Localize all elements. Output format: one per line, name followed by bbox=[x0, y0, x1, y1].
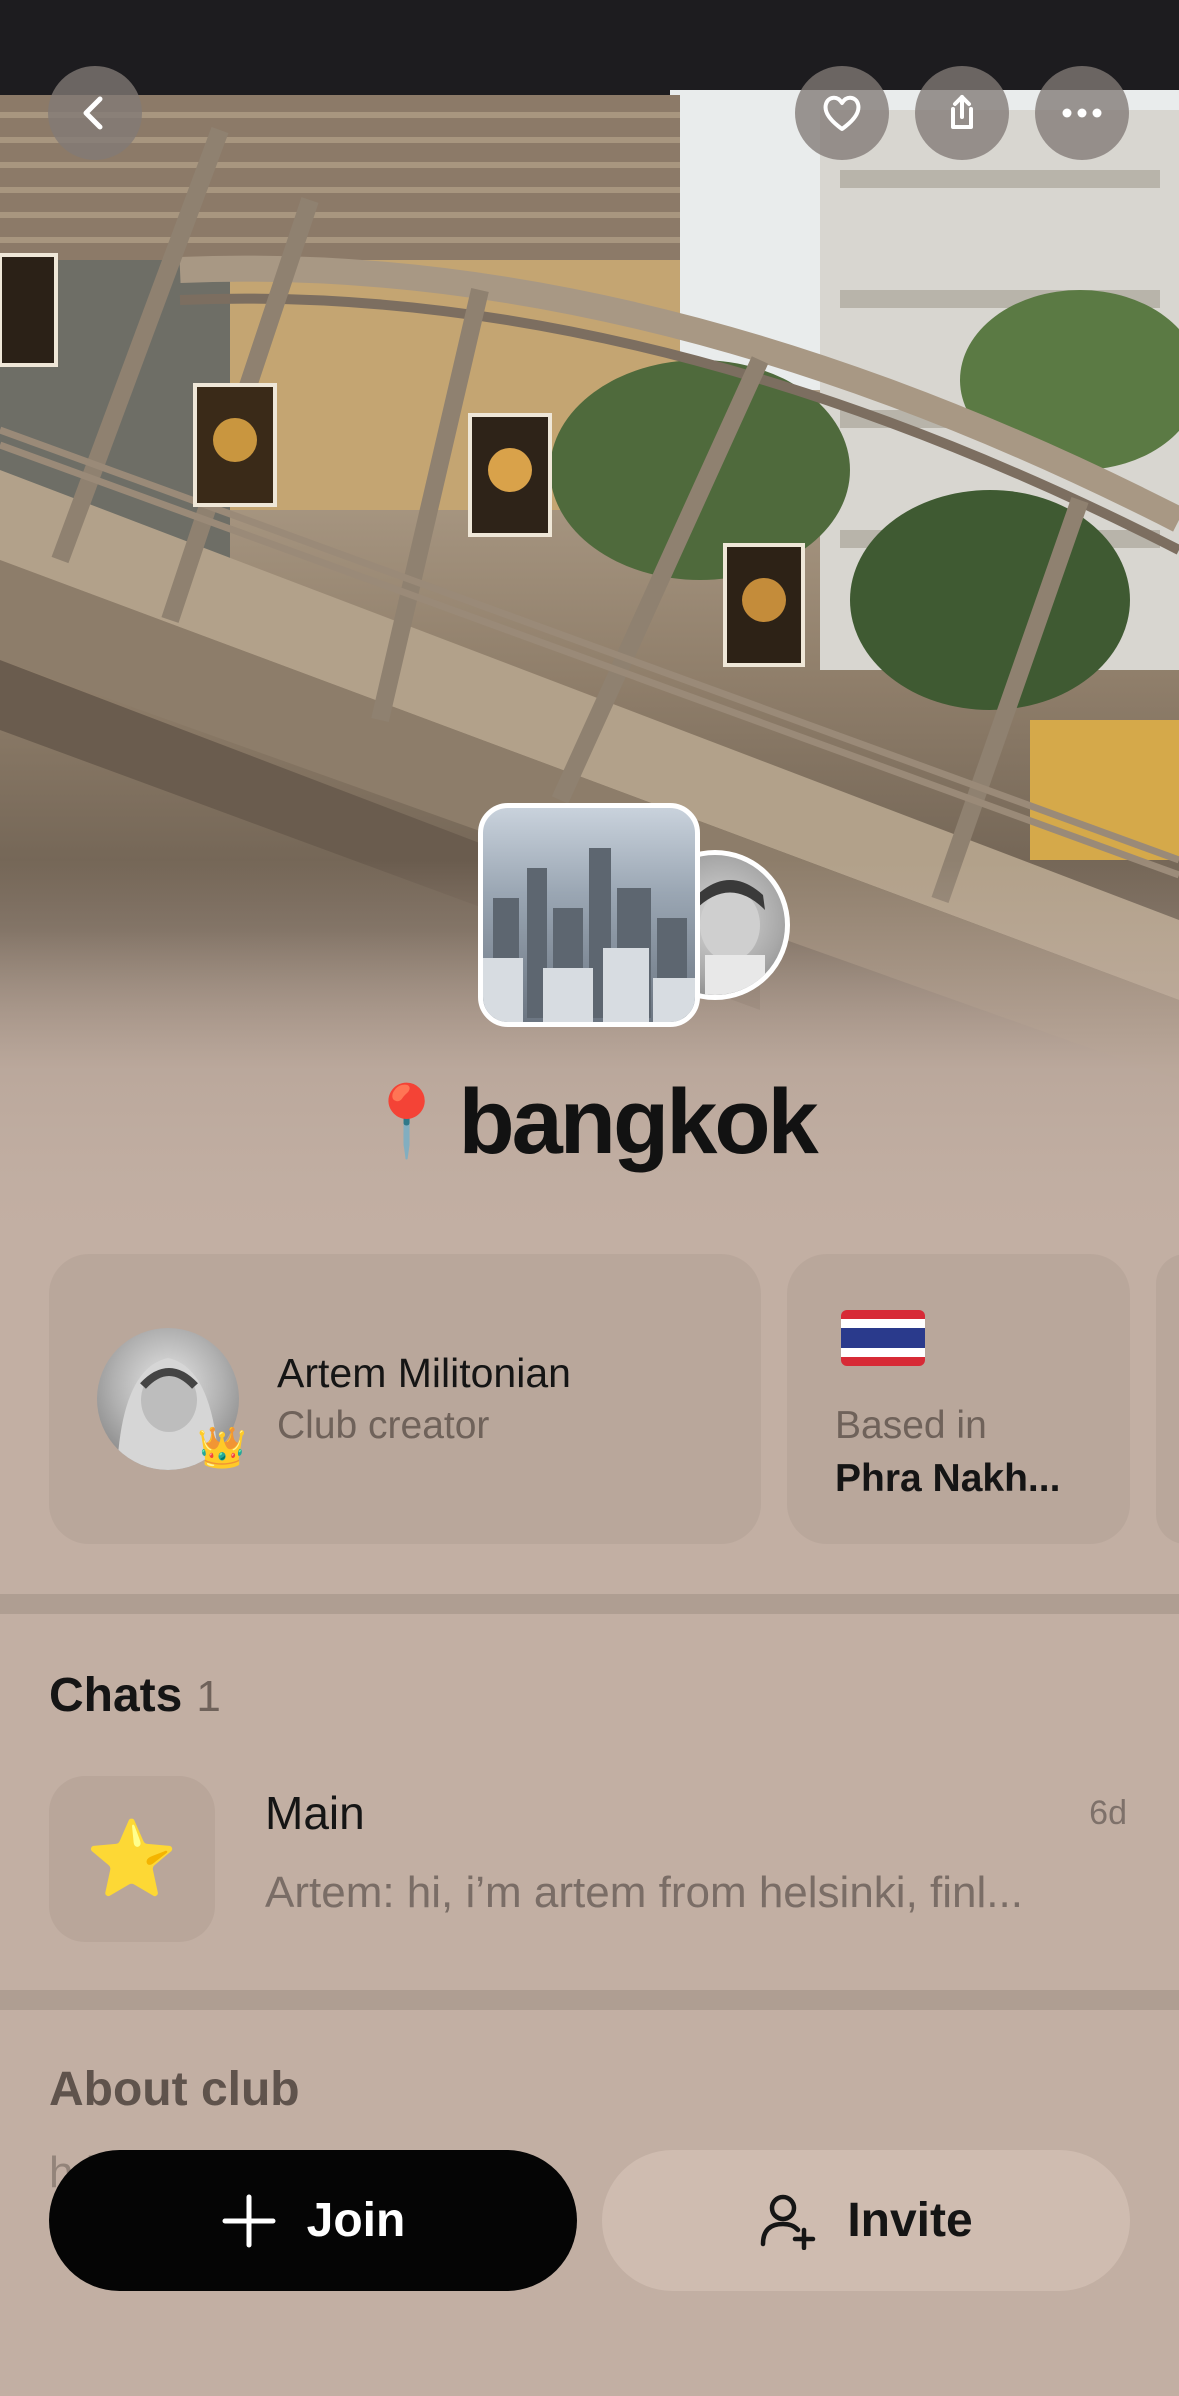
cover-photo bbox=[0, 0, 1179, 1240]
back-button[interactable] bbox=[48, 66, 142, 160]
section-divider bbox=[0, 1594, 1179, 1614]
more-button[interactable] bbox=[1035, 66, 1129, 160]
location-value: Phra Nakh... bbox=[835, 1457, 1061, 1500]
chat-name: Main bbox=[265, 1787, 365, 1839]
chats-title: Chats bbox=[49, 1669, 183, 1722]
chats-count: 1 bbox=[196, 1672, 221, 1721]
about-title: About club bbox=[49, 2063, 300, 2116]
more-horizontal-icon bbox=[1062, 108, 1102, 118]
next-card-peek[interactable] bbox=[1156, 1254, 1179, 1544]
club-title: 📍bangkok bbox=[0, 1070, 1179, 1175]
chats-heading: Chats 1 bbox=[49, 1668, 221, 1723]
chat-preview: Artem: hi, i’m artem from helsinki, finl… bbox=[265, 1868, 1023, 1917]
chevron-left-icon bbox=[83, 96, 103, 130]
club-photo[interactable] bbox=[478, 803, 700, 1027]
invite-button[interactable]: Invite bbox=[602, 2150, 1130, 2291]
plus-icon bbox=[222, 2194, 276, 2247]
creator-card[interactable]: 👑 Artem Militonian Club creator bbox=[49, 1254, 761, 1544]
thailand-flag-icon bbox=[841, 1310, 925, 1366]
member-avatar[interactable] bbox=[684, 850, 804, 1006]
invite-label: Invite bbox=[847, 2194, 973, 2247]
creator-name: Artem Militonian bbox=[277, 1350, 571, 1396]
add-user-icon bbox=[761, 2194, 816, 2250]
club-name: bangkok bbox=[458, 1071, 818, 1173]
share-icon bbox=[951, 95, 973, 129]
pin-icon: 📍 bbox=[363, 1082, 451, 1160]
location-label: Based in bbox=[835, 1404, 987, 1447]
creator-role: Club creator bbox=[277, 1404, 490, 1447]
favorite-button[interactable] bbox=[795, 66, 889, 160]
share-button[interactable] bbox=[915, 66, 1009, 160]
section-divider bbox=[0, 1990, 1179, 2010]
chat-timestamp: 6d bbox=[1089, 1794, 1127, 1832]
star-icon: ⭐ bbox=[49, 1776, 215, 1942]
join-button[interactable]: Join bbox=[49, 2150, 577, 2291]
crown-icon: 👑 bbox=[197, 1426, 247, 1470]
join-label: Join bbox=[306, 2194, 406, 2247]
chat-list-item[interactable]: ⭐ Main 6d Artem: hi, i’m artem from hels… bbox=[0, 1766, 1179, 1946]
location-card[interactable]: Based in Phra Nakh... bbox=[787, 1254, 1130, 1544]
heart-icon bbox=[823, 95, 861, 131]
